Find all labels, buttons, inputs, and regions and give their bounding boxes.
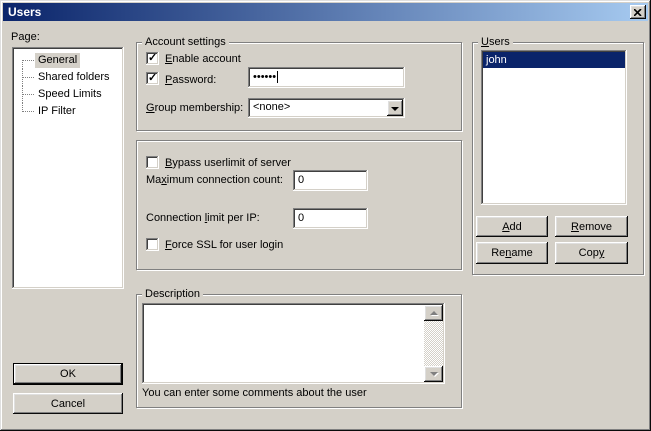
password-value: •••••• bbox=[253, 71, 276, 83]
enable-account-label: Enable account bbox=[165, 53, 241, 65]
max-connection-value: 0 bbox=[298, 174, 304, 186]
remove-button[interactable]: Remove bbox=[555, 216, 628, 237]
window-title: Users bbox=[8, 5, 41, 19]
group-membership-value: <none> bbox=[253, 101, 290, 113]
description-textarea[interactable] bbox=[142, 303, 445, 384]
tree-item-label: Shared folders bbox=[35, 70, 113, 85]
text-cursor bbox=[277, 71, 278, 83]
connection-limit-ip-input[interactable]: 0 bbox=[293, 208, 368, 229]
close-button[interactable] bbox=[630, 5, 646, 19]
close-icon bbox=[634, 9, 642, 16]
tree-item-shared-folders[interactable]: Shared folders bbox=[12, 69, 124, 86]
tree-item-label: IP Filter bbox=[35, 104, 79, 119]
password-input[interactable]: •••••• bbox=[248, 67, 405, 88]
password-checkbox[interactable] bbox=[146, 72, 159, 85]
force-ssl-label: Force SSL for user login bbox=[165, 239, 283, 251]
password-label: Password: bbox=[165, 74, 216, 86]
arrow-down-icon bbox=[430, 372, 438, 376]
copy-button[interactable]: Copy bbox=[555, 242, 628, 264]
max-connection-label: Maximum connection count: bbox=[146, 170, 283, 191]
bypass-userlimit-label: Bypass userlimit of server bbox=[165, 157, 291, 169]
ok-button[interactable]: OK bbox=[13, 363, 123, 385]
chevron-down-icon bbox=[391, 107, 399, 111]
force-ssl-checkbox[interactable] bbox=[146, 238, 159, 251]
user-name: john bbox=[486, 54, 507, 66]
tree-item-speed-limits[interactable]: Speed Limits bbox=[12, 86, 124, 103]
description-legend: Description bbox=[142, 288, 203, 300]
arrow-up-icon bbox=[430, 311, 438, 315]
cancel-button[interactable]: Cancel bbox=[13, 393, 123, 414]
description-caption: You can enter some comments about the us… bbox=[142, 387, 367, 399]
tree-item-ip-filter[interactable]: IP Filter bbox=[12, 103, 124, 120]
enable-account-checkbox[interactable] bbox=[146, 52, 159, 65]
tree-item-general[interactable]: General bbox=[12, 52, 124, 69]
bypass-userlimit-checkbox[interactable] bbox=[146, 156, 159, 169]
dropdown-button[interactable] bbox=[387, 100, 403, 116]
add-button[interactable]: Add bbox=[476, 216, 548, 237]
users-dialog: Users Page: General Shared folders Speed… bbox=[0, 0, 651, 431]
connection-limit-ip-value: 0 bbox=[298, 212, 304, 224]
connection-limit-ip-label: Connection limit per IP: bbox=[146, 208, 260, 229]
max-connection-input[interactable]: 0 bbox=[293, 170, 368, 191]
vertical-scrollbar[interactable] bbox=[424, 305, 443, 382]
group-membership-label: Group membership: bbox=[146, 102, 243, 114]
rename-button[interactable]: Rename bbox=[476, 242, 548, 264]
page-label: Page: bbox=[11, 31, 40, 43]
tree-item-label: General bbox=[35, 53, 80, 68]
tree-item-label: Speed Limits bbox=[35, 87, 105, 102]
title-bar: Users bbox=[3, 3, 648, 21]
scroll-up-button[interactable] bbox=[424, 305, 443, 321]
page-tree[interactable]: General Shared folders Speed Limits IP F… bbox=[12, 47, 124, 289]
users-legend: Users bbox=[478, 36, 513, 48]
users-listbox[interactable]: john bbox=[481, 50, 627, 205]
scroll-down-button[interactable] bbox=[424, 366, 443, 382]
account-settings-legend: Account settings bbox=[142, 36, 229, 48]
user-list-item[interactable]: john bbox=[483, 52, 625, 68]
group-membership-select[interactable]: <none> bbox=[248, 98, 405, 118]
